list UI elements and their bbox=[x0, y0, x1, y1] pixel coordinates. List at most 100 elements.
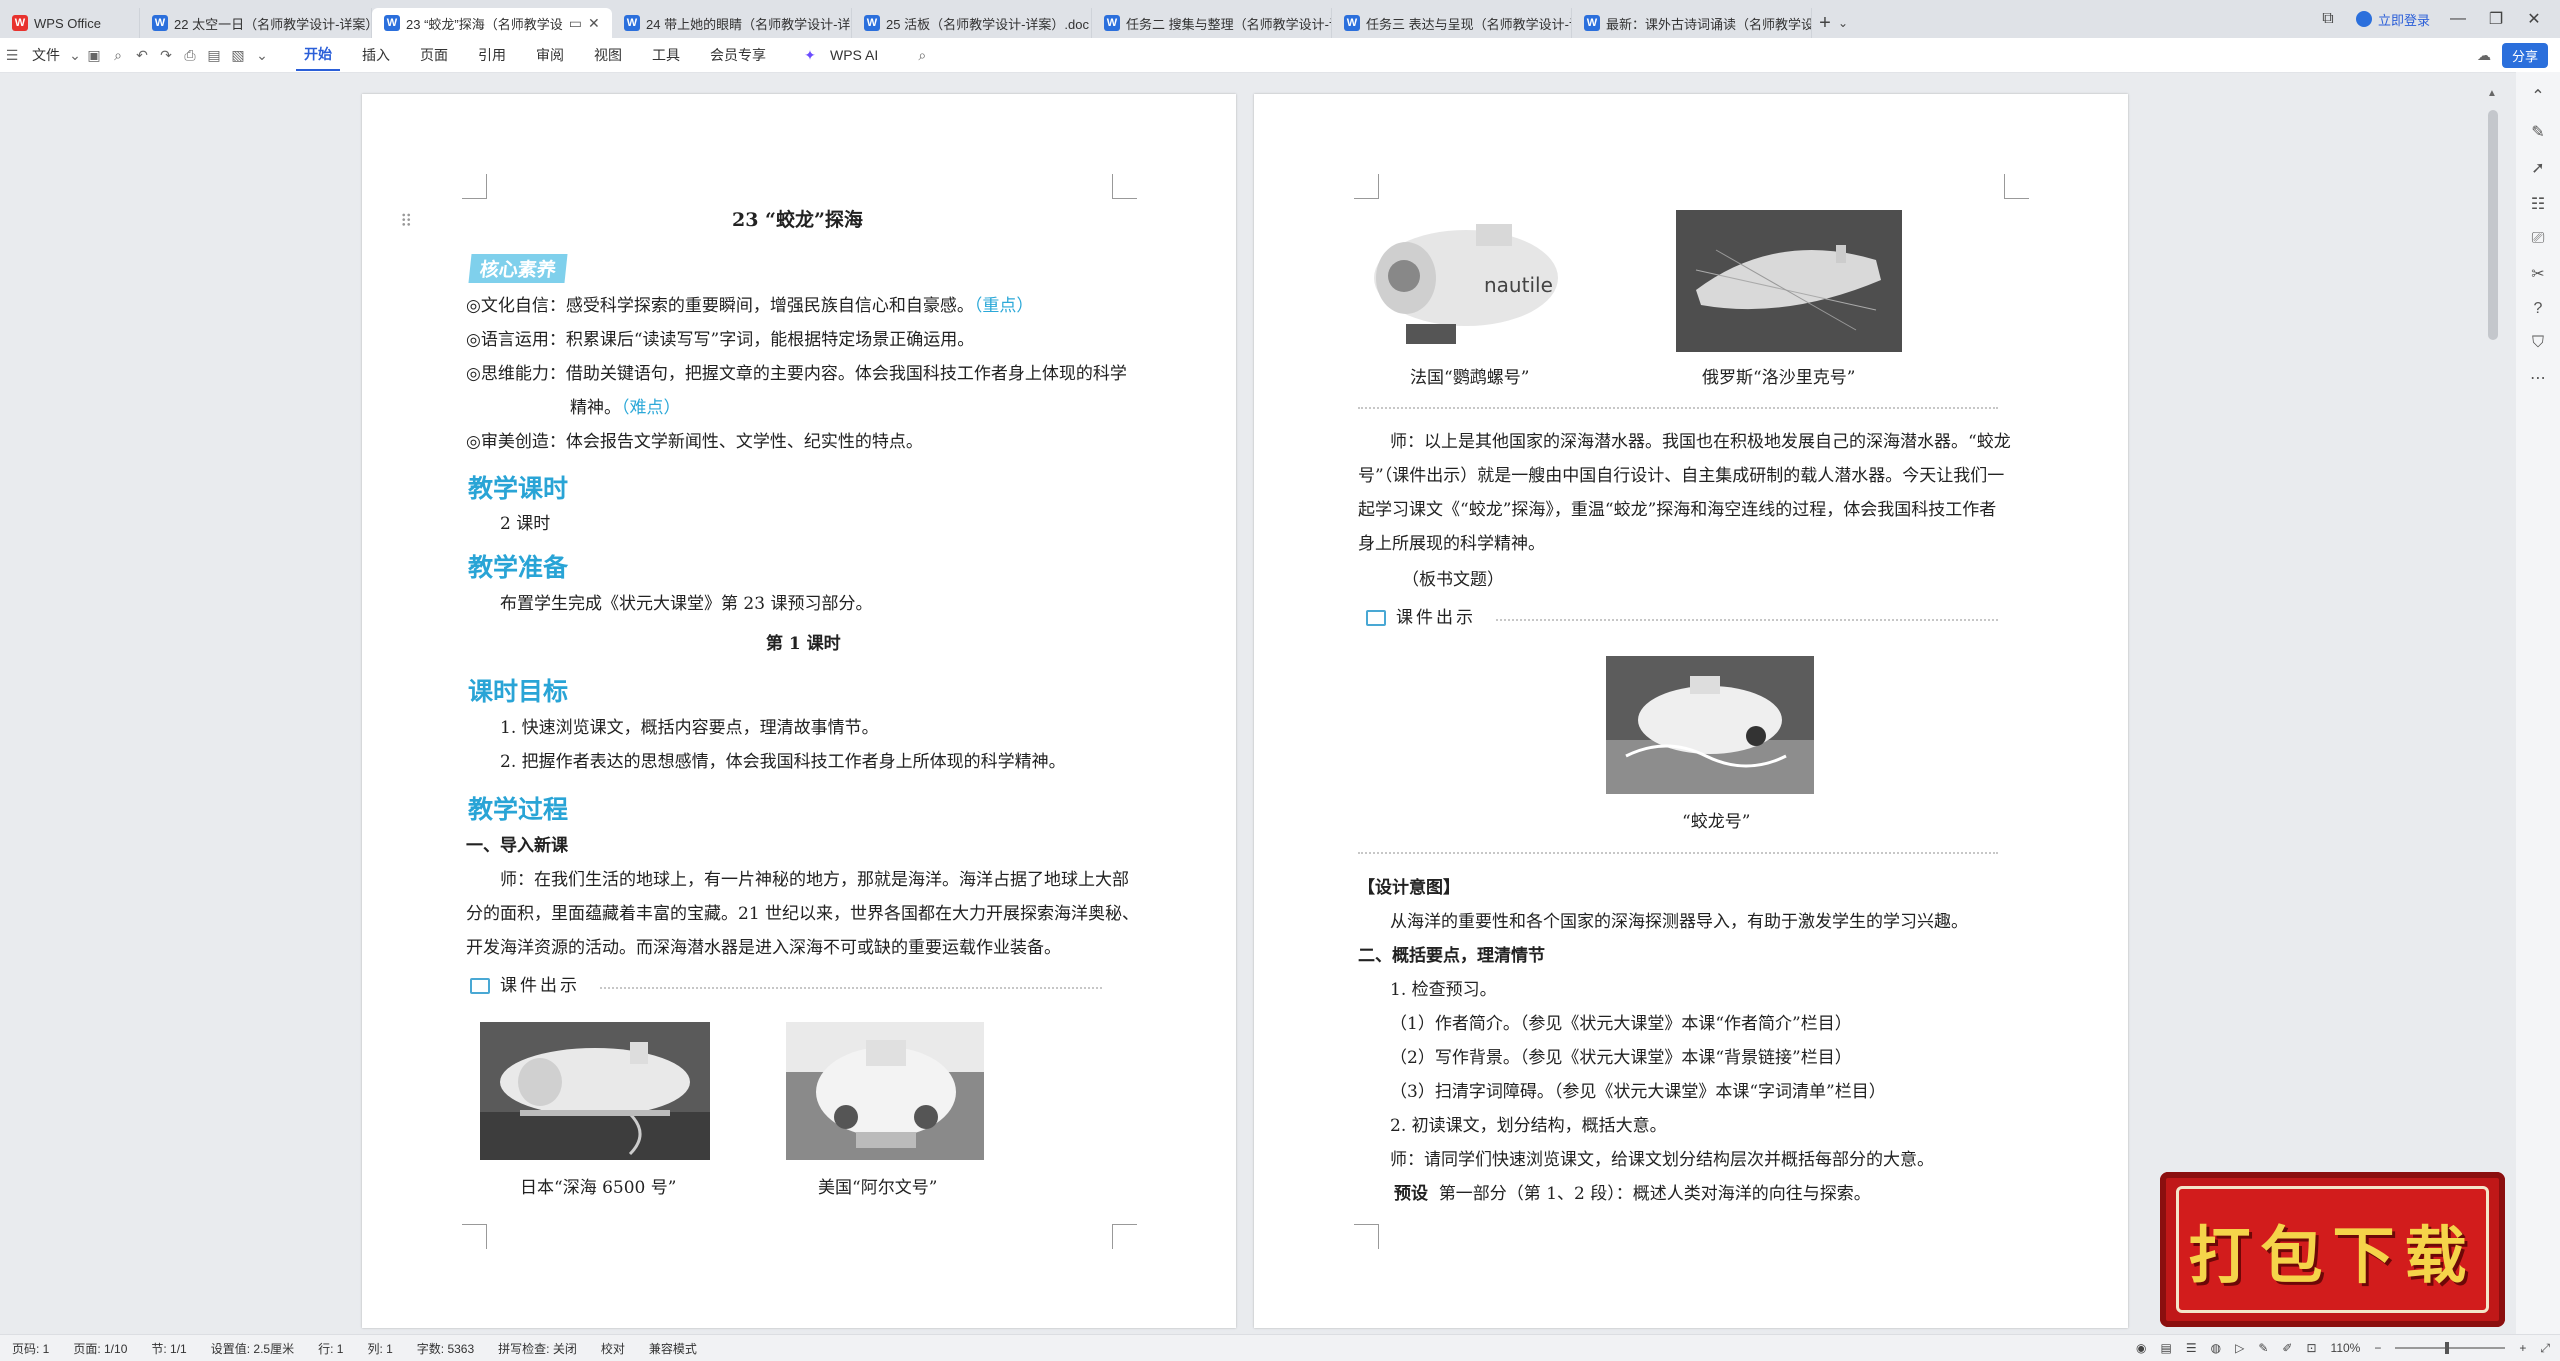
chevron-down-icon[interactable]: ⌄ bbox=[68, 38, 82, 72]
word-doc-icon: W bbox=[864, 15, 880, 31]
drag-handle-icon[interactable]: ⠿ bbox=[400, 210, 412, 234]
status-section[interactable]: 节: 1/1 bbox=[139, 1340, 198, 1357]
eye-protection-icon[interactable]: ◉ bbox=[2136, 1341, 2146, 1355]
tab-view[interactable]: 视图 bbox=[586, 38, 630, 72]
print-preview-icon[interactable]: ⌕ bbox=[106, 38, 130, 72]
crop-mark bbox=[462, 174, 487, 199]
tab-member[interactable]: 会员专享 bbox=[702, 38, 774, 72]
status-setting[interactable]: 设置值: 2.5厘米 bbox=[199, 1340, 306, 1357]
zoom-slider[interactable] bbox=[2395, 1342, 2506, 1354]
menu-icon[interactable]: ☰ bbox=[0, 38, 24, 72]
status-row[interactable]: 行: 1 bbox=[306, 1340, 355, 1357]
collapse-icon[interactable]: ⌃ bbox=[2531, 86, 2544, 106]
cloud-upload-icon[interactable]: ☁ bbox=[2472, 38, 2496, 72]
slideshow-icon bbox=[1366, 610, 1386, 626]
minimize-icon[interactable]: — bbox=[2448, 10, 2468, 28]
fullscreen-icon[interactable]: ⤢ bbox=[2540, 1341, 2550, 1356]
item-2-text: 师：请同学们快速浏览课文，给课文划分结构层次并概括每部分的大意。 bbox=[1390, 1150, 1934, 1170]
file-menu[interactable]: 文件 bbox=[24, 38, 68, 72]
zoom-slider-thumb[interactable] bbox=[2445, 1342, 2450, 1354]
write-mode-icon[interactable]: ✎ bbox=[2258, 1341, 2268, 1355]
new-tab-plus-icon[interactable]: + bbox=[1812, 8, 1838, 38]
dotted-divider bbox=[1496, 619, 1998, 621]
close-window-icon[interactable]: ✕ bbox=[2524, 9, 2544, 29]
status-page-number[interactable]: 页码: 1 bbox=[0, 1340, 61, 1357]
tools-icon[interactable]: ✂ bbox=[2531, 264, 2544, 284]
tab-review[interactable]: 审阅 bbox=[528, 38, 572, 72]
tab-task-2[interactable]: W 任务二 搜集与整理（名师教学设计-详 bbox=[1092, 8, 1332, 38]
crop-mark bbox=[462, 1224, 487, 1249]
crop-mark bbox=[1354, 1224, 1379, 1249]
p2-para-line-2: 号”（课件出示）就是一艘由中国自行设计、自主集成研制的载人潜水器。今天让我们一 bbox=[1358, 466, 2005, 486]
tab-home[interactable]: 开始 bbox=[296, 39, 340, 71]
courseware-label-2: 课件出示 bbox=[1366, 606, 1476, 630]
page-view-icon[interactable]: ▤ bbox=[2161, 1341, 2172, 1355]
tab-references[interactable]: 引用 bbox=[470, 38, 514, 72]
save-icon[interactable]: ▣ bbox=[82, 38, 106, 72]
word-doc-icon: W bbox=[1104, 15, 1120, 31]
fit-page-icon[interactable]: ⊡ bbox=[2306, 1341, 2316, 1355]
status-pages[interactable]: 页面: 1/10 bbox=[61, 1340, 139, 1357]
core-item-2: ◎语言运用：积累课后“读读写写”字词，能根据特定场景正确运用。 bbox=[466, 330, 975, 350]
preparation-text: 布置学生完成《状元大课堂》第 23 课预习部分。 bbox=[500, 594, 873, 614]
wps-ai-button[interactable]: WPS AI bbox=[822, 38, 886, 72]
vertical-scrollbar[interactable] bbox=[2488, 110, 2498, 340]
print-icon[interactable]: ⎙ bbox=[178, 38, 202, 72]
translate-icon[interactable]: ⎚ bbox=[2532, 230, 2545, 248]
undo-icon[interactable]: ↶ bbox=[130, 38, 154, 72]
slideshow-icon bbox=[470, 978, 490, 994]
share-button[interactable]: 分享 bbox=[2501, 43, 2548, 68]
window-mode-icon[interactable]: ⧉ bbox=[2318, 10, 2338, 28]
tab-poetry[interactable]: W 最新：课外古诗词诵读（名师教学设 bbox=[1572, 8, 1812, 38]
tab-doc-23[interactable]: W 23 “蛟龙”探海（名师教学设 ▭ ✕ bbox=[372, 8, 612, 38]
image-icon[interactable]: ▧ bbox=[226, 38, 250, 72]
pen-icon[interactable]: ✎ bbox=[2531, 122, 2544, 142]
status-column[interactable]: 列: 1 bbox=[355, 1340, 404, 1357]
select-cursor-icon[interactable]: ➚ bbox=[2531, 158, 2544, 178]
tab-list-chevron-icon[interactable]: ⌄ bbox=[1838, 8, 1848, 38]
core-item-4: ◎审美创造：体会报告文学新闻性、文学性、纪实性的特点。 bbox=[466, 432, 923, 452]
tab-doc-24[interactable]: W 24 带上她的眼睛（名师教学设计-详案 bbox=[612, 8, 852, 38]
download-banner[interactable]: 打包下载 bbox=[2160, 1172, 2505, 1327]
caption-jiaolong: “蛟龙号” bbox=[1682, 812, 1751, 832]
more-chevron-icon[interactable]: ⌄ bbox=[250, 38, 274, 72]
search-icon[interactable]: ⌕ bbox=[910, 38, 934, 72]
monitor-icon[interactable]: ▭ bbox=[569, 15, 582, 32]
word-doc-icon: W bbox=[624, 15, 640, 31]
status-spellcheck[interactable]: 拼写检查: 关闭 bbox=[486, 1340, 589, 1357]
restore-icon[interactable]: ❐ bbox=[2486, 9, 2506, 29]
tab-doc-22[interactable]: W 22 太空一日（名师教学设计-详案） bbox=[140, 8, 372, 38]
help-icon[interactable]: ? bbox=[2534, 300, 2543, 318]
item-2: 2. 初读课文，划分结构，概括大意。 bbox=[1390, 1116, 1667, 1136]
zoom-level[interactable]: 110% bbox=[2331, 1341, 2361, 1355]
status-proofread[interactable]: 校对 bbox=[589, 1340, 637, 1357]
tab-doc-25[interactable]: W 25 活板（名师教学设计-详案）.doc bbox=[852, 8, 1092, 38]
tab-task-3[interactable]: W 任务三 表达与呈现（名师教学设计-详 bbox=[1332, 8, 1572, 38]
shirt-icon[interactable]: ⛉ bbox=[2532, 334, 2544, 352]
web-view-icon[interactable]: ◍ bbox=[2211, 1341, 2221, 1355]
export-pdf-icon[interactable]: ▤ bbox=[202, 38, 226, 72]
tab-wps-office[interactable]: W WPS Office bbox=[0, 8, 140, 38]
tab-tools[interactable]: 工具 bbox=[644, 38, 688, 72]
scroll-up-icon[interactable]: ▲ bbox=[2487, 88, 2497, 99]
word-doc-icon: W bbox=[152, 15, 168, 31]
login-button[interactable]: 立即登录 bbox=[2355, 10, 2430, 29]
settings-sliders-icon[interactable]: ☷ bbox=[2531, 194, 2545, 214]
more-icon[interactable]: ⋯ bbox=[2530, 368, 2546, 388]
document-page-1: ⠿ 23 “蛟龙”探海 核心素养 ◎文化自信：感受科学探索的重要瞬间，增强民族自… bbox=[362, 94, 1236, 1328]
board-note: （板书文题） bbox=[1402, 570, 1504, 590]
tab-bar: W WPS Office W 22 太空一日（名师教学设计-详案） W 23 “蛟龙”… bbox=[0, 0, 2560, 38]
status-compat-mode[interactable]: 兼容模式 bbox=[637, 1340, 709, 1357]
wps-logo-icon: W bbox=[12, 15, 28, 31]
zoom-out-icon[interactable]: − bbox=[2374, 1341, 2381, 1355]
status-word-count[interactable]: 字数: 5363 bbox=[405, 1340, 486, 1357]
zoom-in-icon[interactable]: + bbox=[2519, 1341, 2526, 1355]
read-mode-icon[interactable]: ✐ bbox=[2282, 1341, 2292, 1355]
play-icon[interactable]: ▷ bbox=[2235, 1341, 2244, 1355]
redo-icon[interactable]: ↷ bbox=[154, 38, 178, 72]
tab-insert[interactable]: 插入 bbox=[354, 38, 398, 72]
close-tab-icon[interactable]: ✕ bbox=[588, 15, 600, 32]
courseware-label: 课件出示 bbox=[470, 974, 580, 998]
outline-view-icon[interactable]: ☰ bbox=[2186, 1341, 2197, 1355]
tab-page[interactable]: 页面 bbox=[412, 38, 456, 72]
